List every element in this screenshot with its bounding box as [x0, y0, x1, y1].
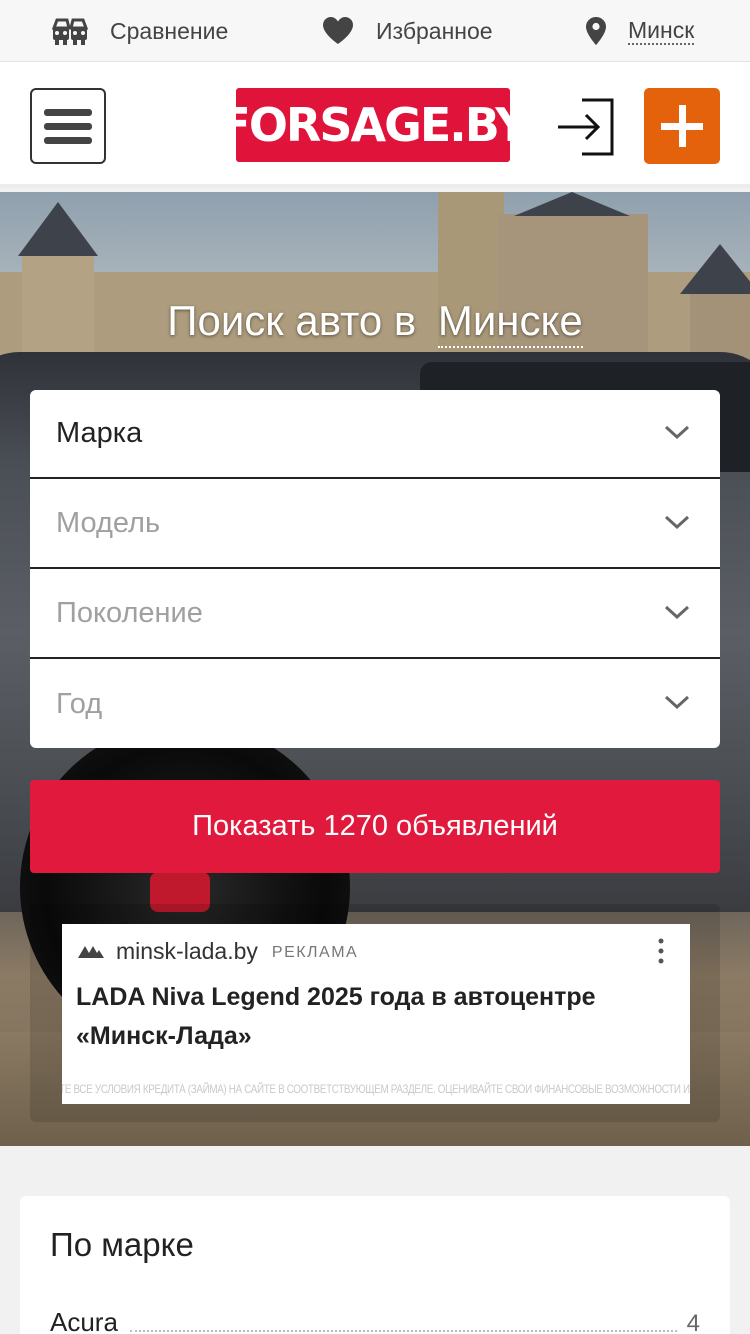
chevron-down-icon [664, 515, 690, 530]
ad-disclaimer: ИЗУЧИТЕ ВСЕ УСЛОВИЯ КРЕДИТА (ЗАЙМА) НА С… [62, 1082, 691, 1096]
chevron-down-icon [664, 605, 690, 620]
hero-title: Поиск авто в Минске [0, 296, 750, 348]
generation-select[interactable]: Поколение [30, 570, 720, 659]
generation-select-label: Поколение [56, 597, 203, 629]
add-listing-button[interactable] [644, 88, 720, 164]
chevron-down-icon [664, 425, 690, 440]
more-vertical-icon[interactable] [658, 938, 664, 964]
brands-title: По марке [50, 1226, 194, 1263]
hero-city-link[interactable]: Минске [437, 296, 583, 348]
brand-select-label: Марка [56, 417, 143, 449]
dotted-leader [129, 1330, 677, 1332]
year-select-label: Год [56, 688, 103, 720]
site-header: FORSAGE.BY [0, 62, 750, 188]
ad-domain: minsk-lada.by [116, 937, 258, 964]
show-results-button[interactable]: Показать 1270 объявлений [30, 780, 720, 873]
compare-cars-icon [52, 18, 88, 45]
castle-tower-roof [514, 192, 630, 216]
city-label: Минск [628, 17, 695, 45]
favorites-link[interactable]: Избранное [322, 0, 493, 62]
castle-tower-roof [18, 202, 98, 256]
menu-icon-bar [44, 137, 92, 144]
search-hero: Поиск авто в Минске Марка Модель Поколен… [0, 192, 750, 1146]
ad-label: РЕКЛАМА [271, 943, 359, 961]
advertiser-logo-icon [78, 946, 104, 958]
model-select[interactable]: Модель [30, 480, 720, 569]
brand-count: 4 [686, 1310, 700, 1334]
year-select[interactable]: Год [30, 660, 720, 748]
site-logo[interactable]: FORSAGE.BY [219, 88, 529, 162]
menu-button[interactable] [30, 88, 106, 164]
brands-card: По марке Acura 4 [20, 1196, 730, 1334]
ad-header: minsk-lada.by РЕКЛАМА [78, 936, 358, 966]
top-bar: Сравнение Избранное Минск [0, 0, 750, 62]
brand-select[interactable]: Марка [30, 390, 720, 479]
location-pin-icon [586, 17, 606, 45]
brand-list-item[interactable]: Acura 4 [50, 1304, 700, 1334]
favorites-label: Избранное [376, 17, 493, 44]
castle-tower-roof [680, 244, 750, 294]
login-icon[interactable] [556, 98, 616, 156]
ad-title[interactable]: LADA Niva Legend 2025 года в автоцентре … [76, 978, 676, 1056]
compare-label: Сравнение [110, 17, 229, 44]
search-form: Марка Модель Поколение Год [30, 390, 720, 748]
city-selector[interactable]: Минск [586, 0, 695, 62]
model-select-label: Модель [56, 507, 161, 539]
menu-icon-bar [44, 123, 92, 130]
compare-link[interactable]: Сравнение [52, 0, 228, 62]
hero-title-text: Поиск авто в [167, 297, 417, 344]
menu-icon-bar [44, 109, 92, 116]
ad-banner[interactable]: minsk-lada.by РЕКЛАМА LADA Niva Legend 2… [62, 924, 690, 1104]
heart-icon [323, 17, 353, 44]
chevron-down-icon [664, 695, 690, 710]
brand-name: Acura [50, 1307, 118, 1334]
